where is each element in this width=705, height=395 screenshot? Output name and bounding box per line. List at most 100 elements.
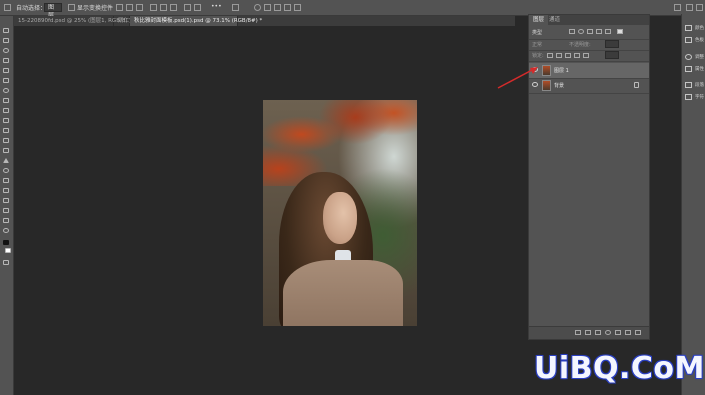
new-layer-icon[interactable]	[625, 330, 631, 335]
color-panel-icon[interactable]	[685, 25, 692, 31]
eraser-tool-icon[interactable]	[3, 138, 9, 143]
collapsed-panels-strip: 颜色 色板 调整 属性 段落 字符	[681, 14, 705, 395]
adjustments-panel-label[interactable]: 调整	[695, 54, 704, 60]
eyedropper-tool-icon[interactable]	[3, 88, 9, 93]
move-tool-icon[interactable]	[4, 4, 11, 11]
fx-icon[interactable]	[585, 330, 591, 335]
lock-paint-icon[interactable]	[556, 53, 562, 58]
3d-roll-icon[interactable]	[264, 4, 271, 11]
lock-all-icon[interactable]	[583, 53, 589, 58]
trash-icon[interactable]	[635, 330, 641, 335]
layer-row-1[interactable]: 图层 1	[529, 63, 649, 79]
clone-stamp-tool-icon[interactable]	[3, 118, 9, 123]
adjustment-layer-icon[interactable]	[605, 330, 611, 335]
fill-field[interactable]	[605, 51, 619, 59]
link-layers-icon[interactable]	[575, 330, 581, 335]
rectangle-tool-icon[interactable]	[3, 208, 9, 213]
document-tab-bar: 15-220890fd.psd @ 25% (图层1, RGB/8) * 同仁堂…	[14, 16, 515, 26]
paragraph-panel-icon[interactable]	[685, 82, 692, 88]
layers-panel-footer	[529, 326, 649, 339]
document-tab-1[interactable]: 15-220890fd.psd @ 25% (图层1, RGB/8) *	[14, 16, 132, 26]
lock-pixels-icon[interactable]	[547, 53, 553, 58]
document-tab-2[interactable]: 同仁堂封面模板.psd @ 16.7% (RGB/8#)	[114, 16, 222, 26]
align-left-icon[interactable]	[116, 4, 123, 11]
swatches-panel-icon[interactable]	[685, 37, 692, 43]
3d-scale-icon[interactable]	[294, 4, 301, 11]
workspace-icon[interactable]	[686, 4, 693, 11]
auto-select-dropdown[interactable]: 图层	[44, 3, 62, 19]
properties-panel-icon[interactable]	[685, 66, 692, 72]
filter-adjustment-icon[interactable]	[578, 29, 584, 34]
layer-name[interactable]: 背景	[554, 82, 564, 89]
kind-filter[interactable]: 类型	[532, 29, 542, 36]
canvas-photo[interactable]	[263, 100, 417, 326]
frame-tool-icon[interactable]	[3, 78, 9, 83]
3d-pan-icon[interactable]	[274, 4, 281, 11]
hand-tool-icon[interactable]	[3, 218, 9, 223]
tab-channels[interactable]: 通道	[545, 15, 564, 25]
watermark-logo: UiBQ.CoM	[534, 351, 705, 386]
filter-toggle-icon[interactable]	[617, 29, 623, 34]
foreground-color-swatch[interactable]	[3, 240, 9, 245]
3d-slide-icon[interactable]	[284, 4, 291, 11]
layer-mask-icon[interactable]	[595, 330, 601, 335]
distribute-center-icon[interactable]	[194, 4, 201, 11]
color-panel-label[interactable]: 颜色	[695, 25, 704, 31]
layer-row-background[interactable]: 背景	[529, 78, 649, 94]
blur-tool-icon[interactable]	[3, 158, 9, 163]
filter-shape-icon[interactable]	[596, 29, 602, 34]
lasso-tool-icon[interactable]	[3, 48, 9, 53]
panel-tabs: 图层 通道	[529, 15, 649, 25]
show-transform-checkbox[interactable]	[68, 4, 75, 11]
opacity-label: 不透明度:	[569, 42, 591, 48]
opacity-field[interactable]	[605, 40, 619, 48]
adjustments-panel-icon[interactable]	[685, 54, 692, 60]
filter-pixel-icon[interactable]	[569, 29, 575, 34]
move-tool-icon[interactable]	[3, 28, 9, 33]
align-top-icon[interactable]	[150, 4, 157, 11]
auto-select-label: 自动选择：	[16, 5, 47, 12]
filter-type-icon[interactable]	[587, 29, 593, 34]
dodge-tool-icon[interactable]	[3, 168, 9, 173]
quick-select-tool-icon[interactable]	[3, 58, 9, 63]
crop-tool-icon[interactable]	[3, 68, 9, 73]
align-middle-icon[interactable]	[160, 4, 167, 11]
show-transform-label: 显示变换控件	[77, 5, 114, 12]
subject-coat	[283, 260, 403, 326]
brush-tool-icon[interactable]	[3, 108, 9, 113]
swatches-panel-label[interactable]: 色板	[695, 37, 704, 43]
align-center-icon[interactable]	[126, 4, 133, 11]
healing-brush-tool-icon[interactable]	[3, 98, 9, 103]
zoom-tool-icon[interactable]	[3, 228, 9, 233]
properties-panel-label[interactable]: 属性	[695, 66, 704, 72]
align-right-icon[interactable]	[136, 4, 143, 11]
lock-label: 锁定:	[532, 53, 544, 59]
path-select-tool-icon[interactable]	[3, 198, 9, 203]
3d-mode-icon[interactable]	[232, 4, 239, 11]
blend-mode-dropdown[interactable]: 正常	[532, 41, 542, 48]
search-icon[interactable]	[674, 4, 681, 11]
lock-artboard-icon[interactable]	[574, 53, 580, 58]
lock-row: 锁定:	[529, 50, 649, 62]
paragraph-panel-label[interactable]: 段落	[695, 82, 704, 88]
background-color-swatch[interactable]	[5, 248, 11, 253]
history-brush-tool-icon[interactable]	[3, 128, 9, 133]
distribute-left-icon[interactable]	[184, 4, 191, 11]
filter-smart-object-icon[interactable]	[605, 29, 611, 34]
document-tab-3[interactable]: 秋比雅封面模板.psd(1).psd @ 73.1% (RGB/8#) *	[130, 16, 262, 26]
align-bottom-icon[interactable]	[170, 4, 177, 11]
share-icon[interactable]	[696, 4, 703, 11]
lock-position-icon[interactable]	[565, 53, 571, 58]
type-tool-icon[interactable]	[3, 188, 9, 193]
marquee-tool-icon[interactable]	[3, 38, 9, 43]
pen-tool-icon[interactable]	[3, 178, 9, 183]
quick-mask-icon[interactable]	[3, 260, 9, 265]
character-panel-label[interactable]: 字符	[695, 94, 704, 100]
layer-name[interactable]: 图层 1	[554, 67, 569, 74]
tools-panel	[0, 16, 14, 395]
more-options-button[interactable]: •••	[211, 3, 222, 10]
gradient-tool-icon[interactable]	[3, 148, 9, 153]
3d-orbit-icon[interactable]	[254, 4, 261, 11]
character-panel-icon[interactable]	[685, 94, 692, 100]
new-group-icon[interactable]	[615, 330, 621, 335]
